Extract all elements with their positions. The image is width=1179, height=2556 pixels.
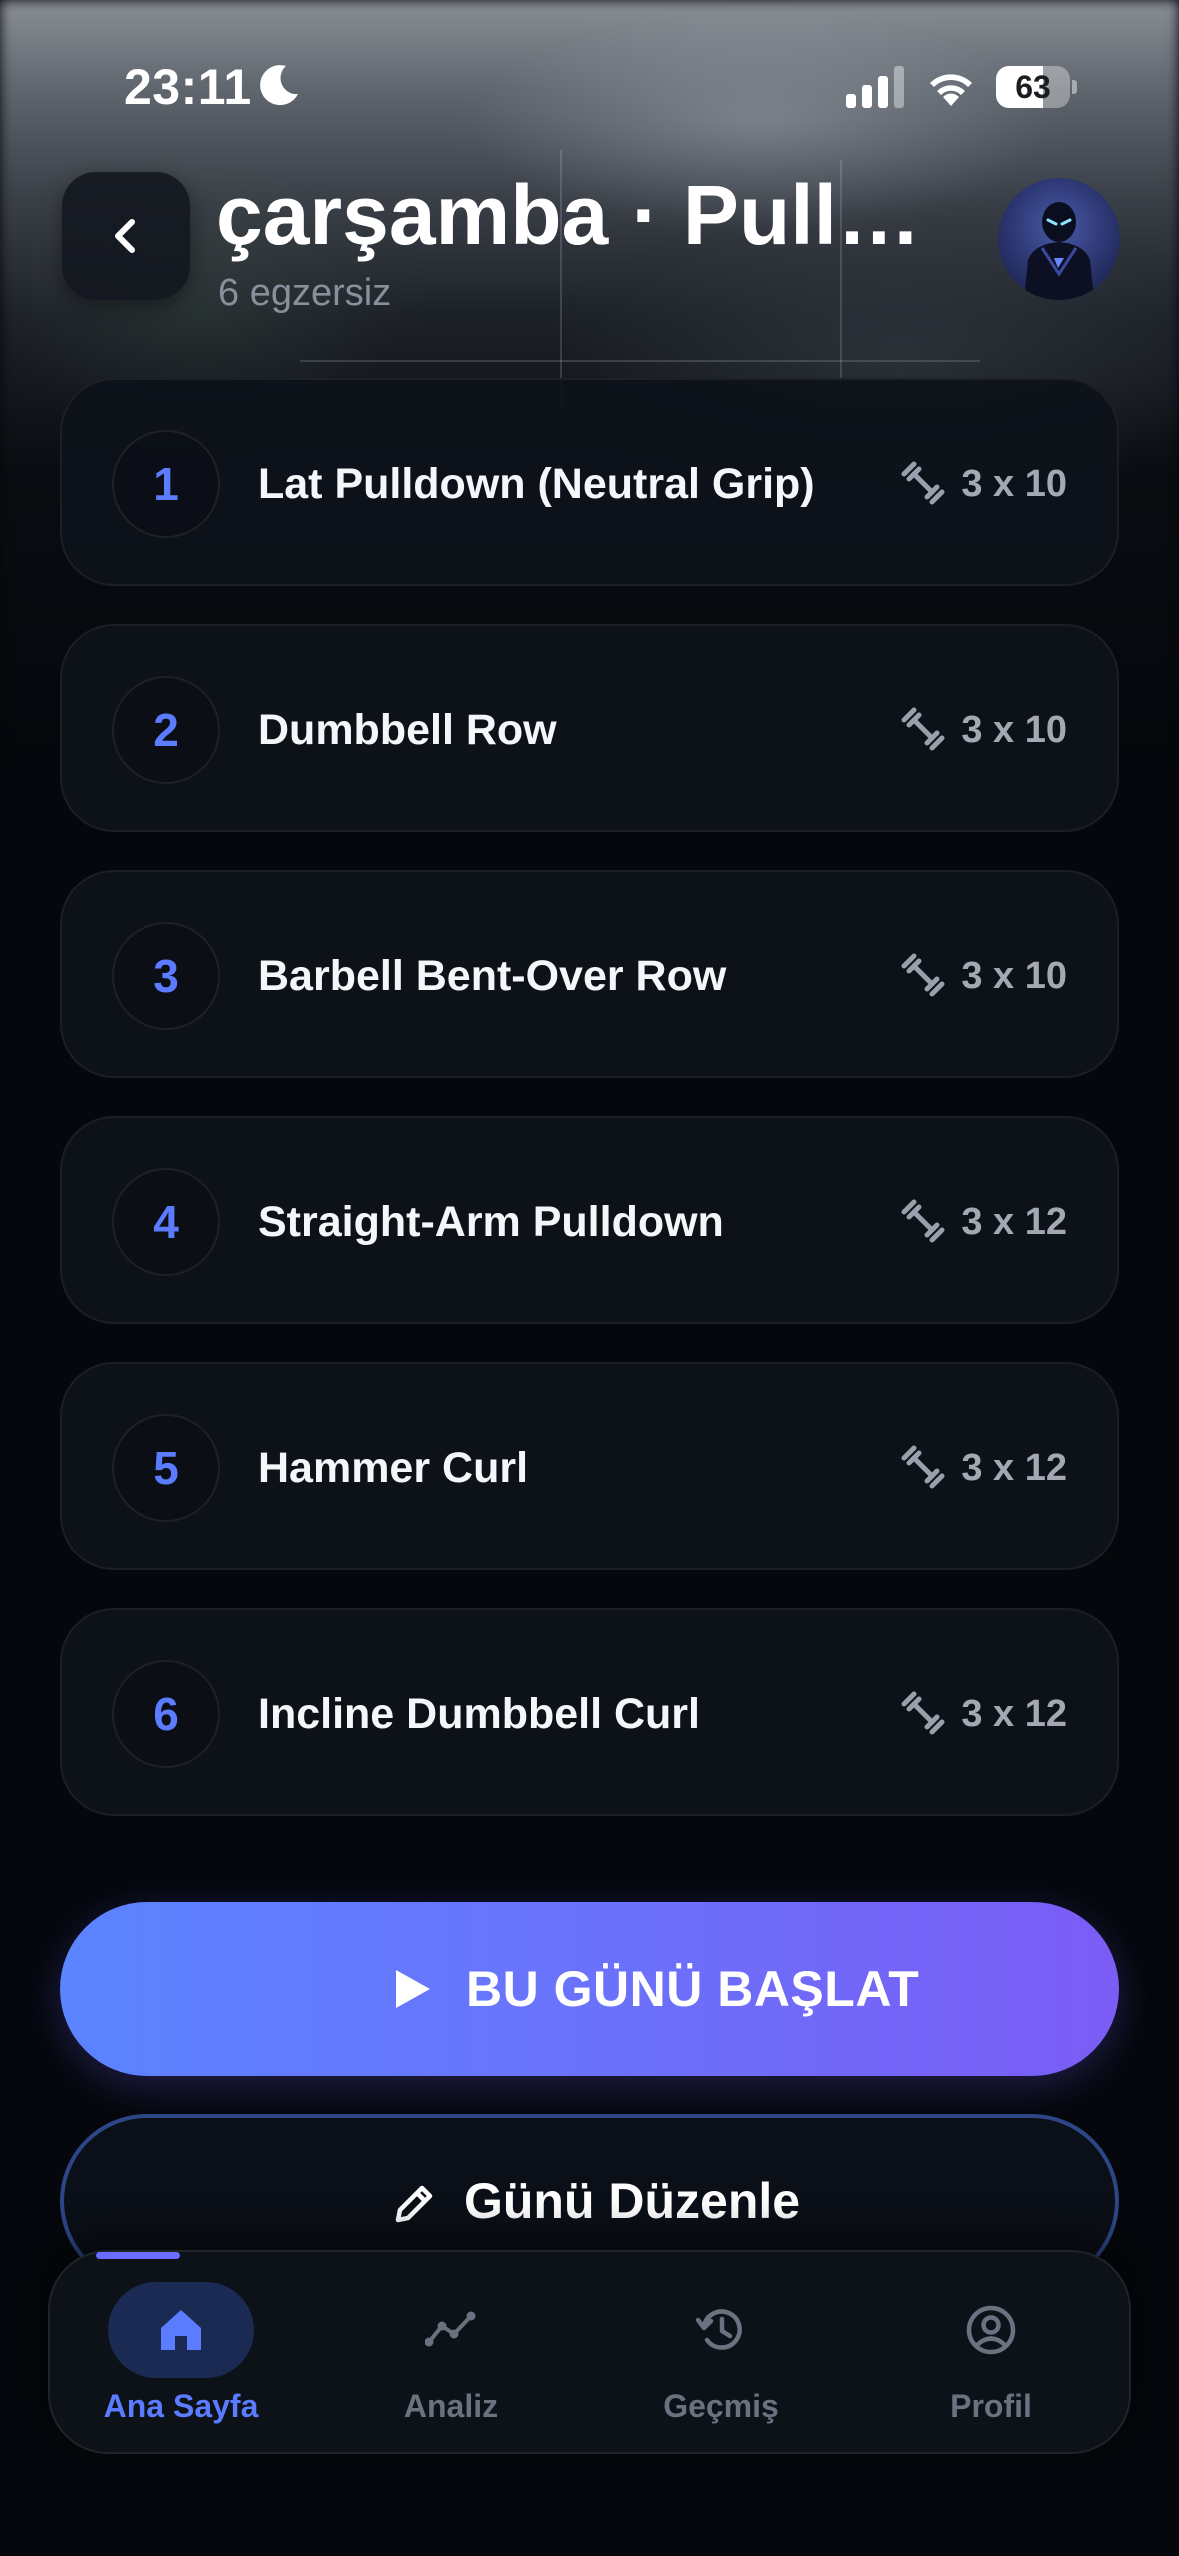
battery-indicator: 63 xyxy=(996,66,1077,108)
pencil-icon xyxy=(395,2185,433,2223)
bottom-tab-bar: Ana Sayfa Analiz Geçmiş Profil xyxy=(48,2250,1131,2454)
play-icon xyxy=(396,1970,430,2008)
status-time: 23:11 xyxy=(124,59,252,115)
history-icon xyxy=(695,2309,742,2350)
cellular-signal-icon xyxy=(846,66,904,108)
exercise-name: Lat Pulldown (Neutral Grip) xyxy=(258,460,815,508)
tab-icon-wrap xyxy=(918,2282,1064,2378)
avatar-character-icon xyxy=(1024,202,1094,300)
tab-icon-wrap xyxy=(378,2282,524,2378)
exercise-card[interactable]: 2 Dumbbell Row 3 x 10 xyxy=(60,624,1119,832)
tab-label: Geçmiş xyxy=(663,2388,779,2424)
tab-icon-wrap xyxy=(648,2282,794,2378)
exercise-card[interactable]: 3 Barbell Bent-Over Row 3 x 10 xyxy=(60,870,1119,1078)
exercise-name: Dumbbell Row xyxy=(258,706,557,754)
exercise-sets: 3 x 12 xyxy=(961,1447,1067,1489)
exercise-card[interactable]: 6 Incline Dumbbell Curl 3 x 12 xyxy=(60,1608,1119,1816)
start-day-label: BU GÜNÜ BAŞLAT xyxy=(466,1961,920,2017)
exercise-card[interactable]: 4 Straight-Arm Pulldown 3 x 12 xyxy=(60,1116,1119,1324)
exercise-sets: 3 x 12 xyxy=(961,1693,1067,1735)
exercise-name: Barbell Bent-Over Row xyxy=(258,952,727,1000)
tab-profil[interactable]: Profil xyxy=(860,2252,1130,2456)
exercise-name: Incline Dumbbell Curl xyxy=(258,1690,700,1738)
exercise-name: Straight-Arm Pulldown xyxy=(258,1198,724,1246)
chart-line-icon xyxy=(425,2311,476,2347)
start-day-button[interactable]: BU GÜNÜ BAŞLAT xyxy=(60,1902,1119,2076)
tab-label: Analiz xyxy=(403,2388,499,2424)
profile-icon xyxy=(966,2305,1016,2355)
exercise-count: 6 egzersiz xyxy=(218,272,392,314)
active-tab-indicator xyxy=(96,2252,180,2259)
exercise-card[interactable]: 1 Lat Pulldown (Neutral Grip) 3 x 10 xyxy=(60,378,1119,586)
exercise-number: 3 xyxy=(112,922,220,1030)
exercise-number: 5 xyxy=(112,1414,220,1522)
dumbbell-icon xyxy=(901,953,945,997)
tab-label: Profil xyxy=(950,2388,1032,2424)
tab-icon-highlight xyxy=(108,2282,254,2378)
exercise-sets: 3 x 10 xyxy=(961,463,1067,505)
tab-analiz[interactable]: Analiz xyxy=(320,2252,590,2456)
battery-body: 63 xyxy=(996,66,1070,108)
dumbbell-icon xyxy=(901,707,945,751)
background-detail xyxy=(300,360,980,362)
exercise-card[interactable]: 5 Hammer Curl 3 x 12 xyxy=(60,1362,1119,1570)
battery-level: 63 xyxy=(1015,69,1051,105)
dumbbell-icon xyxy=(901,1691,945,1735)
dumbbell-icon xyxy=(901,1199,945,1243)
exercise-sets: 3 x 10 xyxy=(961,709,1067,751)
exercise-number: 1 xyxy=(112,430,220,538)
tab-ana-sayfa[interactable]: Ana Sayfa xyxy=(50,2252,320,2456)
wifi-icon xyxy=(930,74,972,106)
exercise-sets: 3 x 10 xyxy=(961,955,1067,997)
exercise-number: 4 xyxy=(112,1168,220,1276)
do-not-disturb-moon-icon xyxy=(260,65,298,106)
home-icon xyxy=(161,2310,201,2350)
workout-day-screen: 23:11 63 çarşamba · Pull… 6 egzersiz 1 L… xyxy=(0,0,1179,2556)
tab-gecmis[interactable]: Geçmiş xyxy=(590,2252,860,2456)
page-title: çarşamba · Pull… xyxy=(216,168,921,262)
tab-label: Ana Sayfa xyxy=(103,2388,259,2424)
status-bar: 23:11 63 xyxy=(0,0,1179,150)
back-button[interactable] xyxy=(62,172,190,300)
dumbbell-icon xyxy=(901,461,945,505)
exercise-name: Hammer Curl xyxy=(258,1444,529,1492)
exercise-sets: 3 x 12 xyxy=(961,1201,1067,1243)
chevron-left-icon xyxy=(115,219,135,253)
avatar[interactable] xyxy=(998,178,1120,300)
battery-cap xyxy=(1072,80,1077,94)
exercise-number: 2 xyxy=(112,676,220,784)
exercise-number: 6 xyxy=(112,1660,220,1768)
dumbbell-icon xyxy=(901,1445,945,1489)
